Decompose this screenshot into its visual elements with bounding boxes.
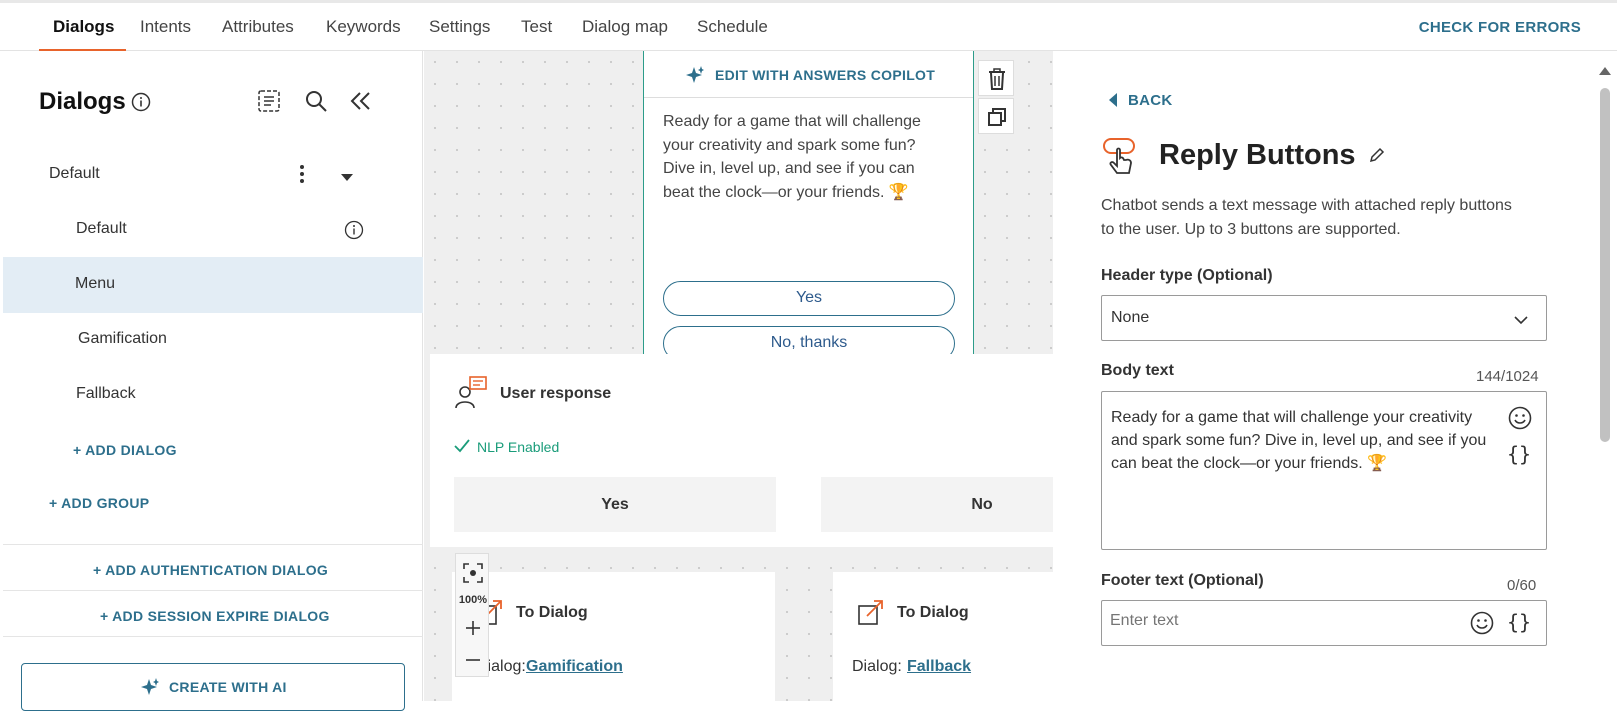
delete-node-button[interactable] [978,60,1014,96]
add-dialog-button[interactable]: + ADD DIALOG [73,442,177,458]
sidebar-item-label: Fallback [76,385,136,402]
tab-intents[interactable]: Intents [140,17,191,37]
reply-buttons-icon [1101,136,1139,181]
caret-left-icon [1108,93,1118,112]
info-icon[interactable] [344,220,364,245]
reply-buttons-panel: BACK Reply Buttons Chatbot sends a text … [1053,51,1617,701]
to-dialog-prefix: Dialog: [852,658,902,675]
message-text: Ready for a game that will challenge you… [663,113,921,201]
response-option-no[interactable]: No [821,477,1053,532]
dialogs-sidebar: Dialogs Default Default Menu Gamificatio… [3,51,423,711]
tab-test[interactable]: Test [521,17,552,37]
body-text-counter: 144/1024 [1476,368,1539,385]
zoom-in-icon[interactable] [465,620,481,641]
redirect-icon [857,598,885,631]
variable-braces-icon[interactable]: {} [1507,610,1531,634]
to-dialog-card[interactable]: To Dialog Dialog: Fallback [833,572,1053,701]
message-card[interactable]: EDIT WITH ANSWERS COPILOT Ready for a ga… [643,51,974,379]
footer-text-label: Footer text (Optional) [1101,572,1264,589]
tab-keywords[interactable]: Keywords [326,17,401,37]
tab-schedule[interactable]: Schedule [697,17,768,37]
to-dialog-card[interactable]: To Dialog Dialog: Gamification [452,572,775,701]
sidebar-item-menu[interactable]: Menu [3,257,423,313]
variable-braces-icon[interactable]: {} [1507,442,1531,466]
panel-title: Reply Buttons [1159,139,1356,171]
info-icon[interactable] [131,92,151,117]
fit-to-screen-icon[interactable] [463,563,483,588]
tab-settings[interactable]: Settings [429,17,490,37]
more-options-icon[interactable] [298,163,306,190]
zoom-out-icon[interactable] [465,652,481,673]
footer-text-field[interactable] [1110,612,1450,630]
body-text-value: Ready for a game that will challenge you… [1111,409,1487,472]
tab-dialogs[interactable]: Dialogs [53,17,114,37]
user-response-card[interactable]: User response NLP Enabled Yes No [430,354,1053,547]
to-dialog-link-fallback[interactable]: Fallback [907,658,971,676]
copy-icon [987,107,1007,132]
collapse-sidebar-icon[interactable] [348,89,372,118]
sidebar-item-label: Menu [75,275,116,292]
zoom-controls: 100% [455,553,489,677]
emoji-icon[interactable] [1470,611,1494,640]
group-label: Default [49,165,100,182]
divider [3,590,423,591]
emoji-icon[interactable] [1508,406,1532,435]
check-icon [454,439,470,458]
response-option-yes[interactable]: Yes [454,477,776,532]
sidebar-item-fallback[interactable]: Fallback [3,367,423,423]
create-with-ai-label: CREATE WITH AI [169,679,287,695]
user-response-title: User response [500,385,612,402]
edit-with-copilot-label: EDIT WITH ANSWERS COPILOT [715,67,936,83]
create-with-ai-button[interactable]: CREATE WITH AI [21,663,405,711]
scrollbar-thumb[interactable] [1600,88,1610,442]
to-dialog-title: To Dialog [897,604,969,621]
header-type-label: Header type (Optional) [1101,267,1273,284]
header-type-select[interactable]: None [1101,295,1547,341]
zoom-level: 100% [458,594,488,606]
panel-description: Chatbot sends a text message with attach… [1101,197,1512,238]
dialog-canvas[interactable]: EDIT WITH ANSWERS COPILOT Ready for a ga… [424,51,1053,701]
user-response-icon [454,375,488,414]
add-group-button[interactable]: + ADD GROUP [49,495,149,511]
sidebar-title: Dialogs [39,88,126,115]
sidebar-item-gamification[interactable]: Gamification [3,312,423,368]
body-text-input[interactable]: Ready for a game that will challenge you… [1101,391,1547,550]
top-navigation: Dialogs Intents Attributes Keywords Sett… [0,0,1617,52]
tab-attributes[interactable]: Attributes [222,17,294,37]
dialog-list-icon[interactable] [257,89,281,118]
header-type-value: None [1111,309,1150,326]
panel-scrollbar[interactable] [1597,58,1613,701]
sparkle-icon [685,65,705,90]
sidebar-item-default[interactable]: Default [3,202,423,258]
tab-dialog-map[interactable]: Dialog map [582,17,668,37]
scroll-up-arrow-icon[interactable] [1599,62,1611,80]
footer-text-counter: 0/60 [1507,577,1537,594]
check-for-errors-button[interactable]: CHECK FOR ERRORS [1419,19,1581,36]
reply-button-yes[interactable]: Yes [663,281,955,316]
footer-text-input[interactable]: {} [1101,600,1547,646]
sidebar-item-label: Gamification [78,330,167,347]
divider [3,544,423,545]
edit-pencil-icon[interactable] [1369,147,1385,168]
dialog-group-default[interactable]: Default [3,147,423,203]
caret-down-icon[interactable] [341,169,353,187]
copilot-header[interactable]: EDIT WITH ANSWERS COPILOT [644,51,973,98]
chevron-down-icon [1514,312,1528,330]
sparkle-icon [140,677,160,702]
to-dialog-title: To Dialog [516,604,588,621]
sidebar-item-label: Default [76,220,127,237]
divider [3,636,423,637]
nlp-enabled-label: NLP Enabled [477,439,560,455]
add-session-expire-dialog-button[interactable]: + ADD SESSION EXPIRE DIALOG [100,608,330,624]
add-authentication-dialog-button[interactable]: + ADD AUTHENTICATION DIALOG [93,562,328,578]
body-text-label: Body text [1101,362,1174,379]
duplicate-node-button[interactable] [978,98,1014,134]
to-dialog-link-gamification[interactable]: Gamification [526,658,623,676]
back-label: BACK [1128,92,1173,109]
search-icon[interactable] [304,89,328,118]
trash-icon [987,68,1007,95]
